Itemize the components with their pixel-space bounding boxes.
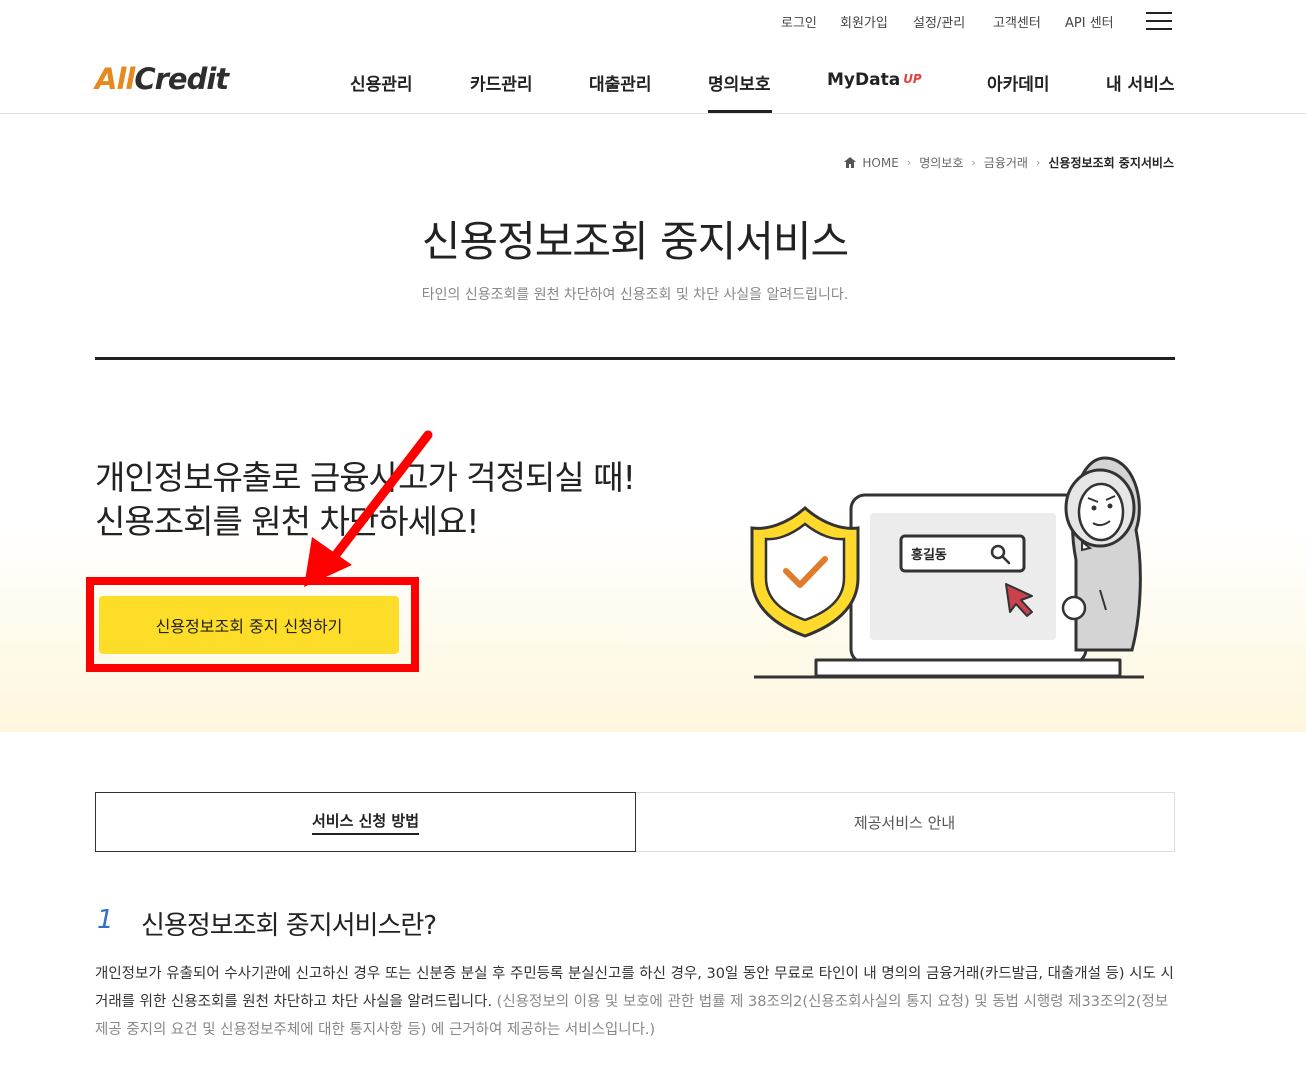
home-icon	[844, 157, 857, 168]
red-arrow-annotation	[304, 430, 433, 587]
nav-card-management[interactable]: 카드관리	[470, 70, 533, 95]
section-body: 개인정보가 유출되어 수사기관에 신고하신 경우 또는 신분증 분실 후 주민등…	[95, 960, 1180, 1044]
chevron-right-icon: ›	[971, 156, 976, 169]
mydata-up-badge: UP	[903, 72, 922, 86]
section-number: 1	[97, 905, 114, 935]
chevron-right-icon: ›	[906, 156, 912, 169]
nav-my-service[interactable]: 내 서비스	[1106, 70, 1174, 95]
nav-credit-management[interactable]: 신용관리	[350, 70, 413, 95]
nav-identity-protection[interactable]: 명의보호	[708, 70, 771, 95]
nav-loan-management[interactable]: 대출관리	[589, 70, 652, 95]
customer-center-link[interactable]: 고객센터	[993, 12, 1041, 31]
logo-part-credit: Credit	[134, 62, 229, 96]
nav-mydata-label: MyData	[827, 70, 901, 90]
signup-link[interactable]: 회원가입	[840, 12, 888, 31]
hamburger-menu-icon[interactable]	[1146, 12, 1172, 32]
settings-link[interactable]: 설정/관리	[913, 12, 965, 31]
page-subtitle: 타인의 신용조회를 원천 차단하여 신용조회 및 차단 사실을 알려드립니다.	[421, 287, 849, 303]
tab-service-guide[interactable]: 제공서비스 안내	[635, 793, 1174, 851]
tab-how-to-apply[interactable]: 서비스 신청 방법	[95, 792, 636, 852]
breadcrumb: HOME › 명의보호 › 금융거래 › 신용정보조회 중지서비스	[844, 154, 1174, 171]
chevron-right-icon: ›	[1035, 156, 1041, 169]
tab-how-to-apply-label: 서비스 신청 방법	[311, 810, 420, 835]
breadcrumb-item[interactable]: 금융거래	[984, 154, 1028, 171]
login-link[interactable]: 로그인	[781, 12, 817, 31]
section-title: 신용정보조회 중지서비스란?	[141, 911, 437, 941]
content-tabs: 서비스 신청 방법 제공서비스 안내	[95, 792, 1175, 852]
logo-part-all: All	[95, 62, 135, 96]
nav-mydata[interactable]: MyData UP	[827, 70, 922, 90]
laptop-shield-illustration: 홍길동	[750, 456, 1144, 679]
nav-academy[interactable]: 아카데미	[987, 70, 1050, 95]
utility-nav: 로그인 회원가입 설정/관리 고객센터 API 센터	[0, 12, 1306, 34]
illustration-search-text: 홍길동	[911, 547, 947, 563]
breadcrumb-item[interactable]: 명의보호	[919, 154, 963, 171]
page-title: 신용정보조회 중지서비스	[421, 217, 849, 266]
tab-service-guide-label: 제공서비스 안내	[853, 813, 956, 832]
api-center-link[interactable]: API 센터	[1065, 12, 1114, 31]
header-divider	[0, 113, 1306, 114]
allcredit-logo[interactable]: AllCredit	[95, 62, 229, 96]
breadcrumb-current: 신용정보조회 중지서비스	[1048, 156, 1174, 170]
breadcrumb-home[interactable]: HOME	[862, 156, 898, 170]
